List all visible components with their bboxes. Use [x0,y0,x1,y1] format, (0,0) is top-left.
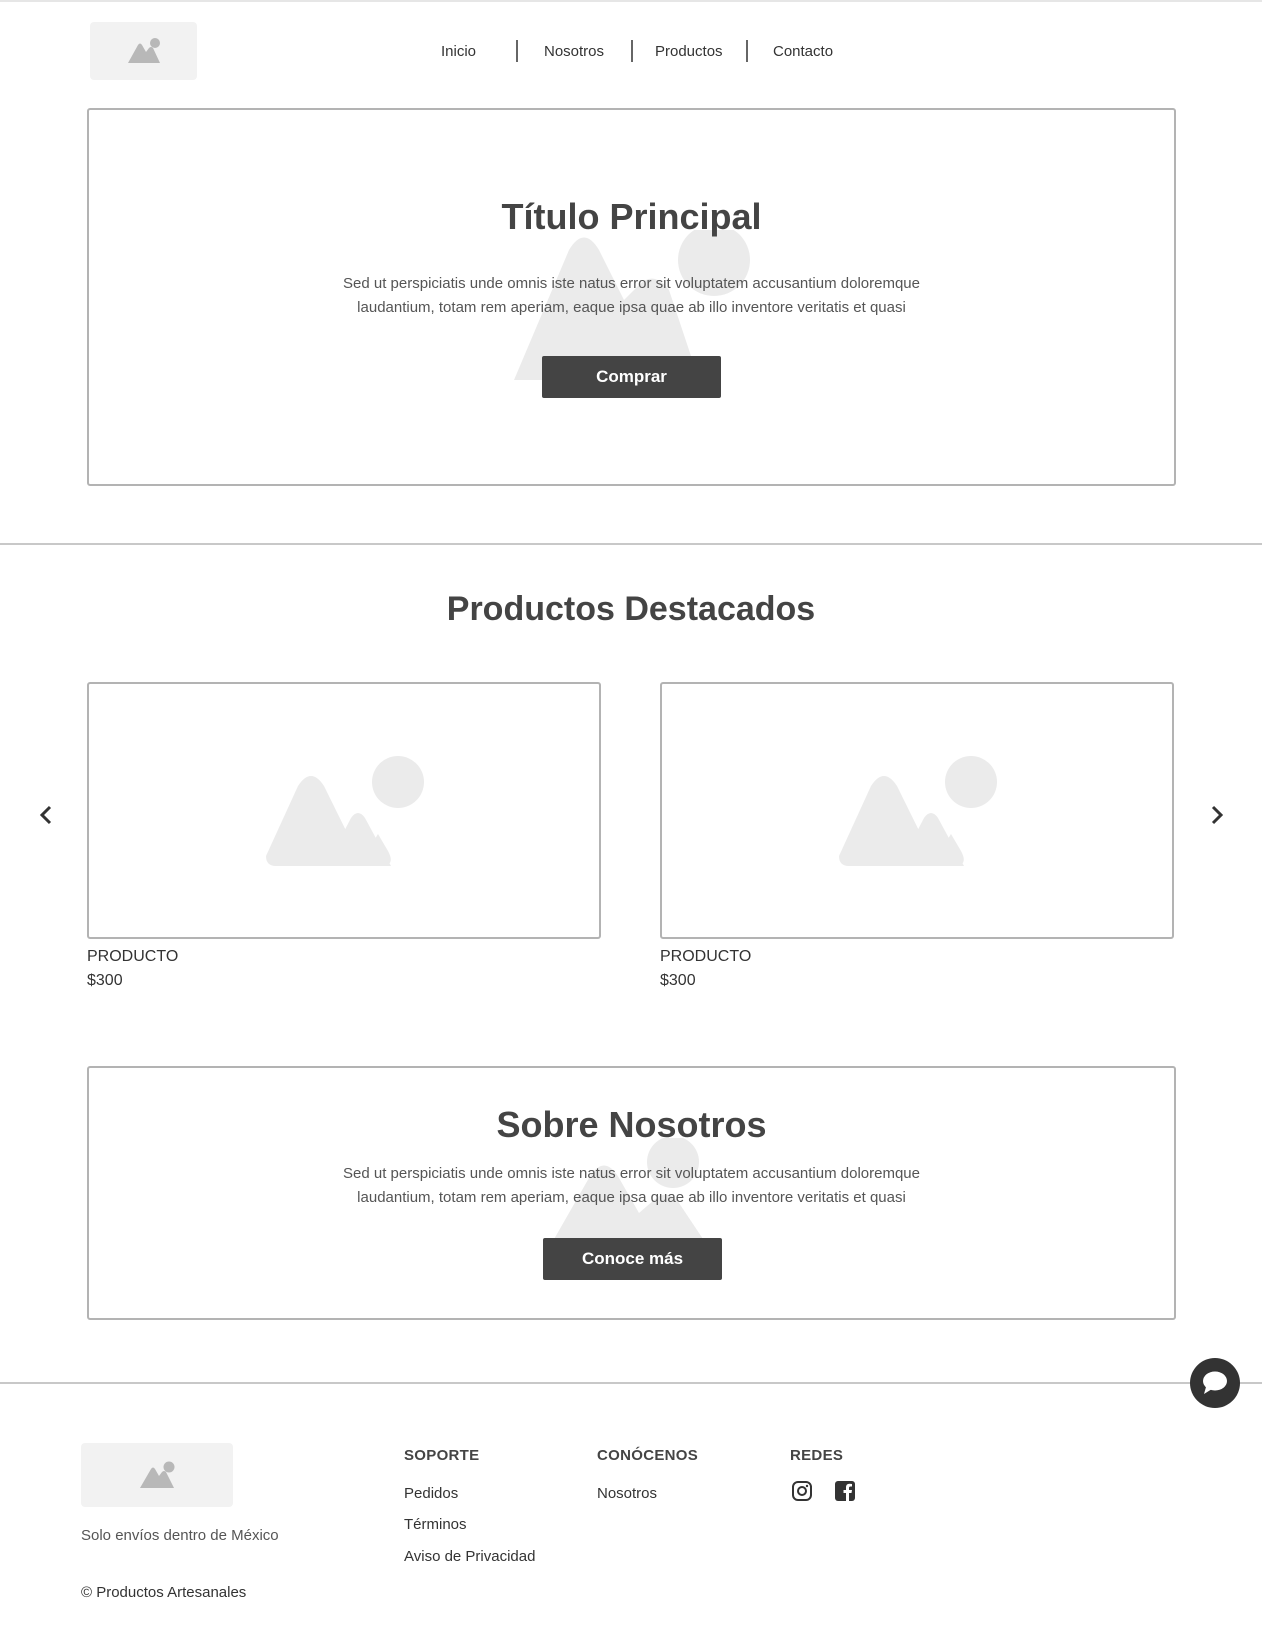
nav-item-productos[interactable]: Productos [655,38,723,66]
product-card-image[interactable] [660,682,1174,939]
chevron-left-icon [39,805,52,825]
image-placeholder-icon [266,756,424,866]
about-description: Sed ut perspiciatis unde omnis iste natu… [343,1165,920,1206]
shipping-note: Solo envíos dentro de México [81,1527,279,1544]
footer-link-nosotros[interactable]: Nosotros [597,1485,657,1502]
buy-button[interactable]: Comprar [542,356,721,398]
chevron-right-icon [1211,805,1224,825]
nav-separator [631,40,633,62]
footer-divider [0,1382,1262,1384]
featured-title: Productos Destacados [446,590,816,628]
footer-link-pedidos[interactable]: Pedidos [404,1485,458,1502]
learn-more-button[interactable]: Conoce más [543,1238,722,1280]
footer-heading-soporte: SOPORTE [404,1447,480,1464]
product-name: PRODUCTO [660,948,752,965]
footer-heading-conocenos: CONÓCENOS [597,1447,699,1464]
nav-item-nosotros[interactable]: Nosotros [544,38,604,66]
nav-separator [746,40,748,62]
footer-logo[interactable] [81,1443,233,1507]
footer-heading-redes: REDES [790,1447,844,1464]
chat-button[interactable] [1190,1358,1240,1408]
section-divider [0,543,1262,545]
footer-link-privacidad[interactable]: Aviso de Privacidad [404,1548,535,1565]
facebook-icon [835,1481,855,1501]
nav-item-contacto[interactable]: Contacto [773,38,833,66]
main-nav: Inicio Nosotros Productos Contacto [0,38,1262,66]
facebook-link[interactable] [834,1480,856,1502]
hero-description: Sed ut perspiciatis unde omnis iste natu… [343,275,920,316]
nav-item-inicio[interactable]: Inicio [441,38,476,66]
product-card-image[interactable] [87,682,601,939]
about-section: Sobre Nosotros Sed ut perspiciatis unde … [87,1066,1176,1320]
carousel-prev-button[interactable] [34,800,58,830]
image-placeholder-icon [839,756,997,866]
product-price: $300 [87,972,123,989]
about-title: Sobre Nosotros [496,1104,767,1145]
chat-bubble-icon [1203,1371,1227,1394]
product-name: PRODUCTO [87,948,179,965]
nav-separator [516,40,518,62]
copyright: © Productos Artesanales [81,1584,247,1601]
instagram-link[interactable] [791,1480,813,1502]
hero-title: Título Principal [501,196,762,237]
product-price: $300 [660,972,696,989]
hero-banner: Título Principal Sed ut perspiciatis und… [87,108,1176,486]
image-placeholder-icon [140,1461,175,1488]
carousel-next-button[interactable] [1205,800,1229,830]
footer-link-terminos[interactable]: Términos [404,1516,467,1533]
instagram-icon [792,1481,812,1501]
top-border [0,0,1262,2]
